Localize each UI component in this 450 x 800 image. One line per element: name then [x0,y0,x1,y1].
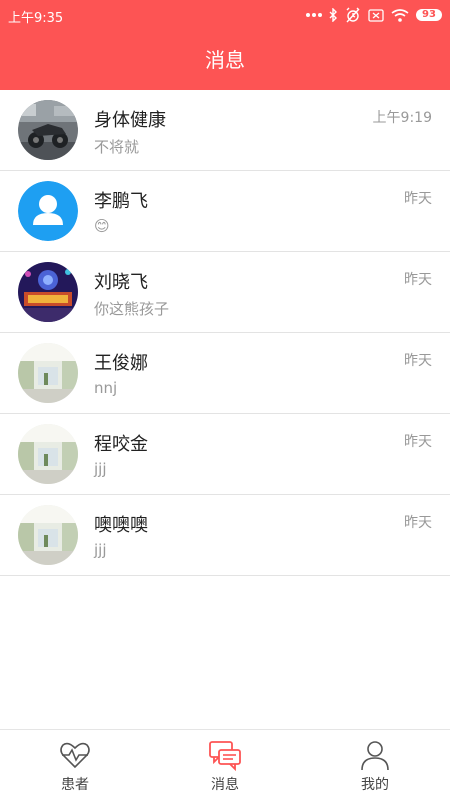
tab-label: 我的 [361,777,389,793]
message-time: 昨天 [404,272,432,288]
conversation-item[interactable]: 程咬金 jjj 昨天 [0,414,450,495]
message-preview: nnj [94,379,118,397]
avatar [18,100,78,160]
status-icons: 93 [306,6,442,24]
header: 消息 [0,30,450,90]
contact-name: 程咬金 [94,434,148,455]
avatar [18,424,78,484]
bluetooth-icon [329,8,337,22]
default-user-avatar [18,181,78,241]
message-time: 上午9:19 [372,110,432,126]
conversation-item[interactable]: 王俊娜 nnj 昨天 [0,333,450,414]
battery-icon: 93 [416,9,442,21]
message-preview: 😊 [94,217,110,235]
contact-name: 王俊娜 [94,353,148,374]
contact-name: 李鹏飞 [94,191,148,212]
heartbeat-icon [60,742,90,769]
avatar [18,505,78,565]
avatar [18,262,78,322]
wifi-icon [391,8,409,22]
tab-label: 患者 [61,777,89,793]
conversation-list: 身体健康 不将就 上午9:19 李鹏飞 😊 昨天 刘晓飞 你这熊孩子 昨天 王俊… [0,90,450,576]
message-time: 昨天 [404,353,432,369]
tab-patients[interactable]: 患者 [0,730,150,800]
page-title: 消息 [205,48,245,72]
conversation-item[interactable]: 李鹏飞 😊 昨天 [0,171,450,252]
message-time: 昨天 [404,191,432,207]
message-time: 昨天 [404,434,432,450]
message-preview: jjj [94,541,107,559]
status-time: 上午9:35 [8,11,64,26]
chat-icon [209,741,241,772]
tab-label: 消息 [211,777,239,793]
conversation-item[interactable]: 身体健康 不将就 上午9:19 [0,90,450,171]
alarm-off-icon [346,7,360,23]
message-time: 昨天 [404,515,432,531]
more-dots-icon [306,13,322,17]
avatar [18,343,78,403]
sim-icon [368,8,384,22]
contact-name: 刘晓飞 [94,272,148,293]
person-icon [361,741,389,771]
conversation-item[interactable]: 噢噢噢 jjj 昨天 [0,495,450,576]
conversation-item[interactable]: 刘晓飞 你这熊孩子 昨天 [0,252,450,333]
contact-name: 噢噢噢 [94,515,148,536]
contact-name: 身体健康 [94,110,166,131]
bottom-tab-bar: 患者 消息 我的 [0,729,450,800]
tab-messages[interactable]: 消息 [150,730,300,800]
status-bar: 上午9:35 93 [0,0,450,30]
message-preview: jjj [94,460,107,478]
message-preview: 你这熊孩子 [94,300,170,318]
tab-profile[interactable]: 我的 [300,730,450,800]
message-preview: 不将就 [94,138,140,156]
